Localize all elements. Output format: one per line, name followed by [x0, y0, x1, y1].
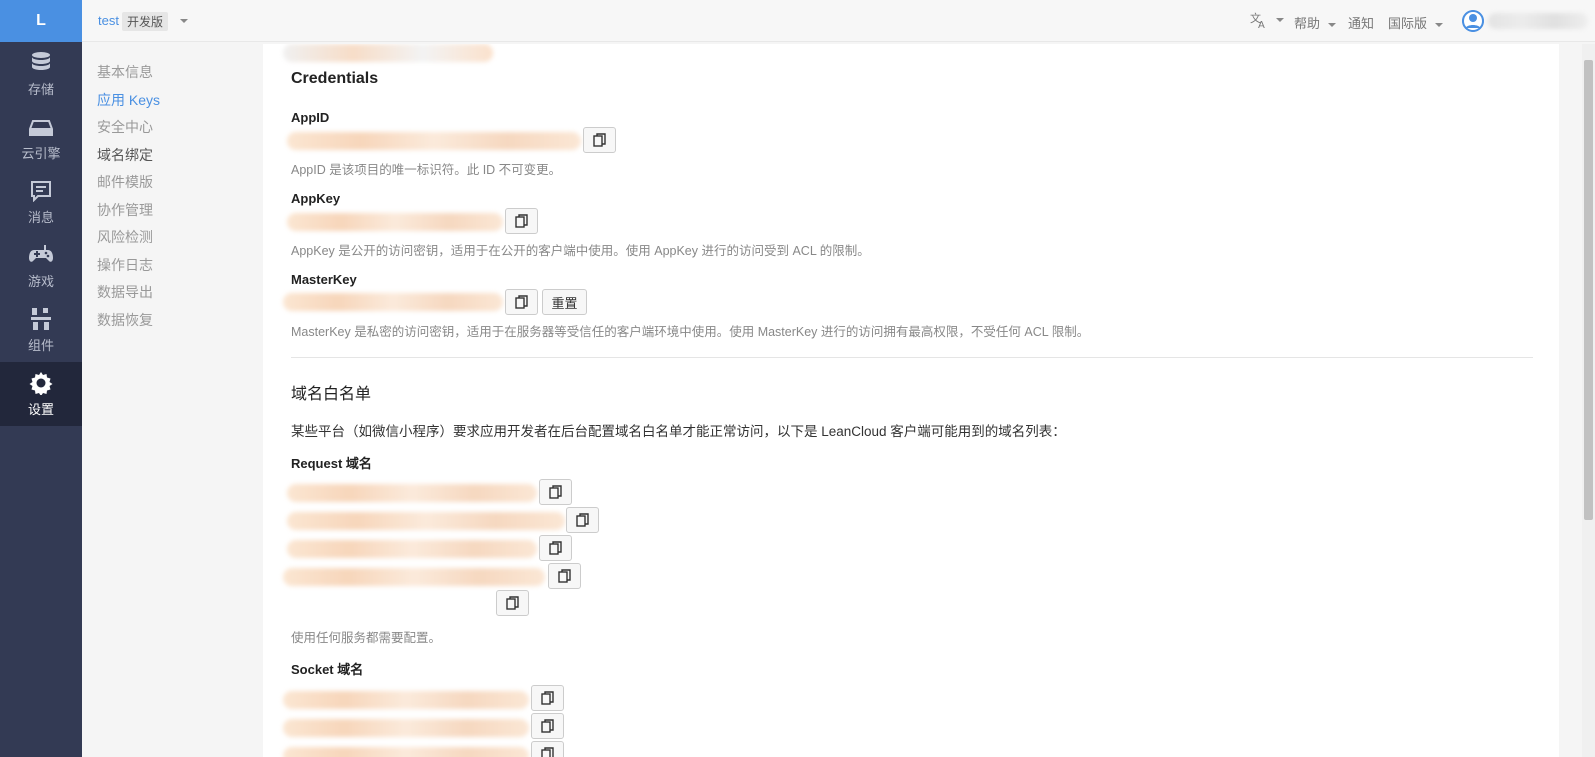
submenu-item-collaborators[interactable]: 协作管理 [97, 200, 153, 220]
region-menu[interactable]: 国际版 [1388, 13, 1443, 32]
socket-domain-redacted [283, 719, 529, 737]
submenu-item-domain-binding[interactable]: 域名绑定 [97, 145, 153, 165]
svg-text:A: A [1258, 20, 1265, 29]
socket-domain-redacted [283, 747, 529, 757]
avatar[interactable] [1462, 10, 1484, 32]
translate-icon: 文A [1250, 11, 1272, 31]
copy-icon [575, 513, 589, 527]
gear-icon [28, 370, 54, 396]
copy-icon [540, 691, 554, 705]
copy-domain-button[interactable] [539, 479, 572, 505]
nav-item-engine[interactable]: 云引擎 [0, 106, 82, 170]
database-icon [28, 50, 54, 76]
nav-item-components[interactable]: 组件 [0, 298, 82, 362]
left-nav: L 存储 云引擎 消息 游戏 组件 设置 [0, 0, 82, 757]
copy-domain-button[interactable] [539, 535, 572, 561]
top-bar: test 开发版 文A 帮助 通知 国际版 [82, 0, 1595, 42]
request-domain-redacted [287, 512, 565, 530]
copy-icon [514, 295, 528, 309]
nav-item-game[interactable]: 游戏 [0, 234, 82, 298]
reset-masterkey-button[interactable]: 重置 [542, 289, 587, 315]
masterkey-value-redacted [283, 293, 503, 311]
chevron-down-icon [1327, 22, 1336, 27]
appkey-value-redacted [287, 213, 503, 231]
user-icon [1462, 10, 1484, 32]
request-domain-note: 使用任何服务都需要配置。 [291, 631, 442, 645]
request-domain-redacted [287, 484, 537, 502]
logo-letter: L [36, 12, 46, 29]
language-switch[interactable]: 文A [1250, 11, 1284, 31]
app-name-link[interactable]: test [98, 13, 119, 28]
notify-link[interactable]: 通知 [1348, 13, 1374, 32]
help-label: 帮助 [1294, 16, 1321, 31]
copy-domain-button[interactable] [531, 713, 564, 739]
copy-appkey-button[interactable] [505, 208, 538, 234]
submenu-item-app-keys[interactable]: 应用 Keys [97, 90, 160, 110]
nav-item-message[interactable]: 消息 [0, 170, 82, 234]
whitelist-title: 域名白名单 [291, 386, 372, 403]
user-name-redacted[interactable] [1488, 13, 1588, 29]
env-dropdown-caret[interactable] [180, 19, 188, 23]
appid-value-redacted [287, 132, 581, 150]
copy-domain-button[interactable] [566, 507, 599, 533]
components-icon [28, 306, 54, 332]
chevron-down-icon [1434, 22, 1443, 27]
copy-domain-button[interactable] [496, 590, 529, 616]
env-badge: 开发版 [122, 12, 169, 31]
copy-domain-button[interactable] [531, 685, 564, 711]
nav-label: 存储 [27, 82, 54, 97]
submenu-item-email-templates[interactable]: 邮件模版 [97, 172, 153, 192]
submenu-item-risk-detection[interactable]: 风险检测 [97, 227, 153, 247]
help-menu[interactable]: 帮助 [1294, 13, 1336, 32]
copy-icon [557, 569, 571, 583]
main-panel: Credentials AppID AppID 是该项目的唯一标识符。此 ID … [263, 44, 1559, 757]
submenu-item-data-export[interactable]: 数据导出 [97, 282, 153, 302]
copy-icon [548, 485, 562, 499]
region-label: 国际版 [1388, 16, 1428, 31]
scrollbar-thumb[interactable] [1584, 60, 1593, 520]
nav-item-settings[interactable]: 设置 [0, 362, 82, 426]
nav-label: 游戏 [27, 274, 54, 289]
whitelist-intro: 某些平台（如微信小程序）要求应用开发者在后台配置域名白名单才能正常访问，以下是 … [291, 424, 1066, 439]
settings-submenu: 基本信息 应用 Keys 安全中心 域名绑定 邮件模版 协作管理 风险检测 操作… [82, 42, 262, 757]
nav-item-storage[interactable]: 存储 [0, 42, 82, 106]
nav-label: 消息 [27, 210, 54, 225]
copy-icon [592, 133, 606, 147]
message-icon [28, 178, 54, 204]
submenu-item-data-restore[interactable]: 数据恢复 [97, 310, 153, 330]
submenu-item-operation-log[interactable]: 操作日志 [97, 255, 153, 275]
nav-label: 组件 [27, 338, 54, 353]
gamepad-icon [28, 242, 54, 268]
chevron-down-icon [1275, 18, 1284, 22]
masterkey-description: MasterKey 是私密的访问密钥，适用于在服务器等受信任的客户端环境中使用。… [291, 325, 1090, 339]
server-icon [28, 114, 54, 140]
copy-icon [540, 747, 554, 757]
socket-domain-label: Socket 域名 [291, 662, 364, 677]
nav-label: 设置 [27, 402, 54, 417]
copy-icon [548, 541, 562, 555]
request-domain-redacted [283, 568, 545, 586]
section-divider [291, 357, 1533, 358]
request-domain-label: Request 域名 [291, 456, 372, 471]
copy-icon [505, 596, 519, 610]
submenu-item-basic-info[interactable]: 基本信息 [97, 62, 153, 82]
copy-masterkey-button[interactable] [505, 289, 538, 315]
copy-appid-button[interactable] [583, 127, 616, 153]
submenu-item-security[interactable]: 安全中心 [97, 117, 153, 137]
copy-icon [540, 719, 554, 733]
copy-icon [514, 214, 528, 228]
appid-description: AppID 是该项目的唯一标识符。此 ID 不可变更。 [291, 163, 562, 177]
copy-domain-button[interactable] [548, 563, 581, 589]
copy-domain-button[interactable] [531, 741, 564, 757]
appid-label: AppID [291, 110, 330, 125]
request-domain-redacted [287, 540, 537, 558]
request-domain-redacted [283, 44, 493, 62]
appkey-description: AppKey 是公开的访问密钥，适用于在公开的客户端中使用。使用 AppKey … [291, 244, 870, 258]
masterkey-label: MasterKey [291, 272, 357, 287]
appkey-label: AppKey [291, 191, 341, 206]
socket-domain-redacted [283, 691, 529, 709]
nav-label: 云引擎 [21, 146, 61, 161]
app-logo[interactable]: L [0, 0, 82, 42]
credentials-title: Credentials [291, 70, 379, 87]
